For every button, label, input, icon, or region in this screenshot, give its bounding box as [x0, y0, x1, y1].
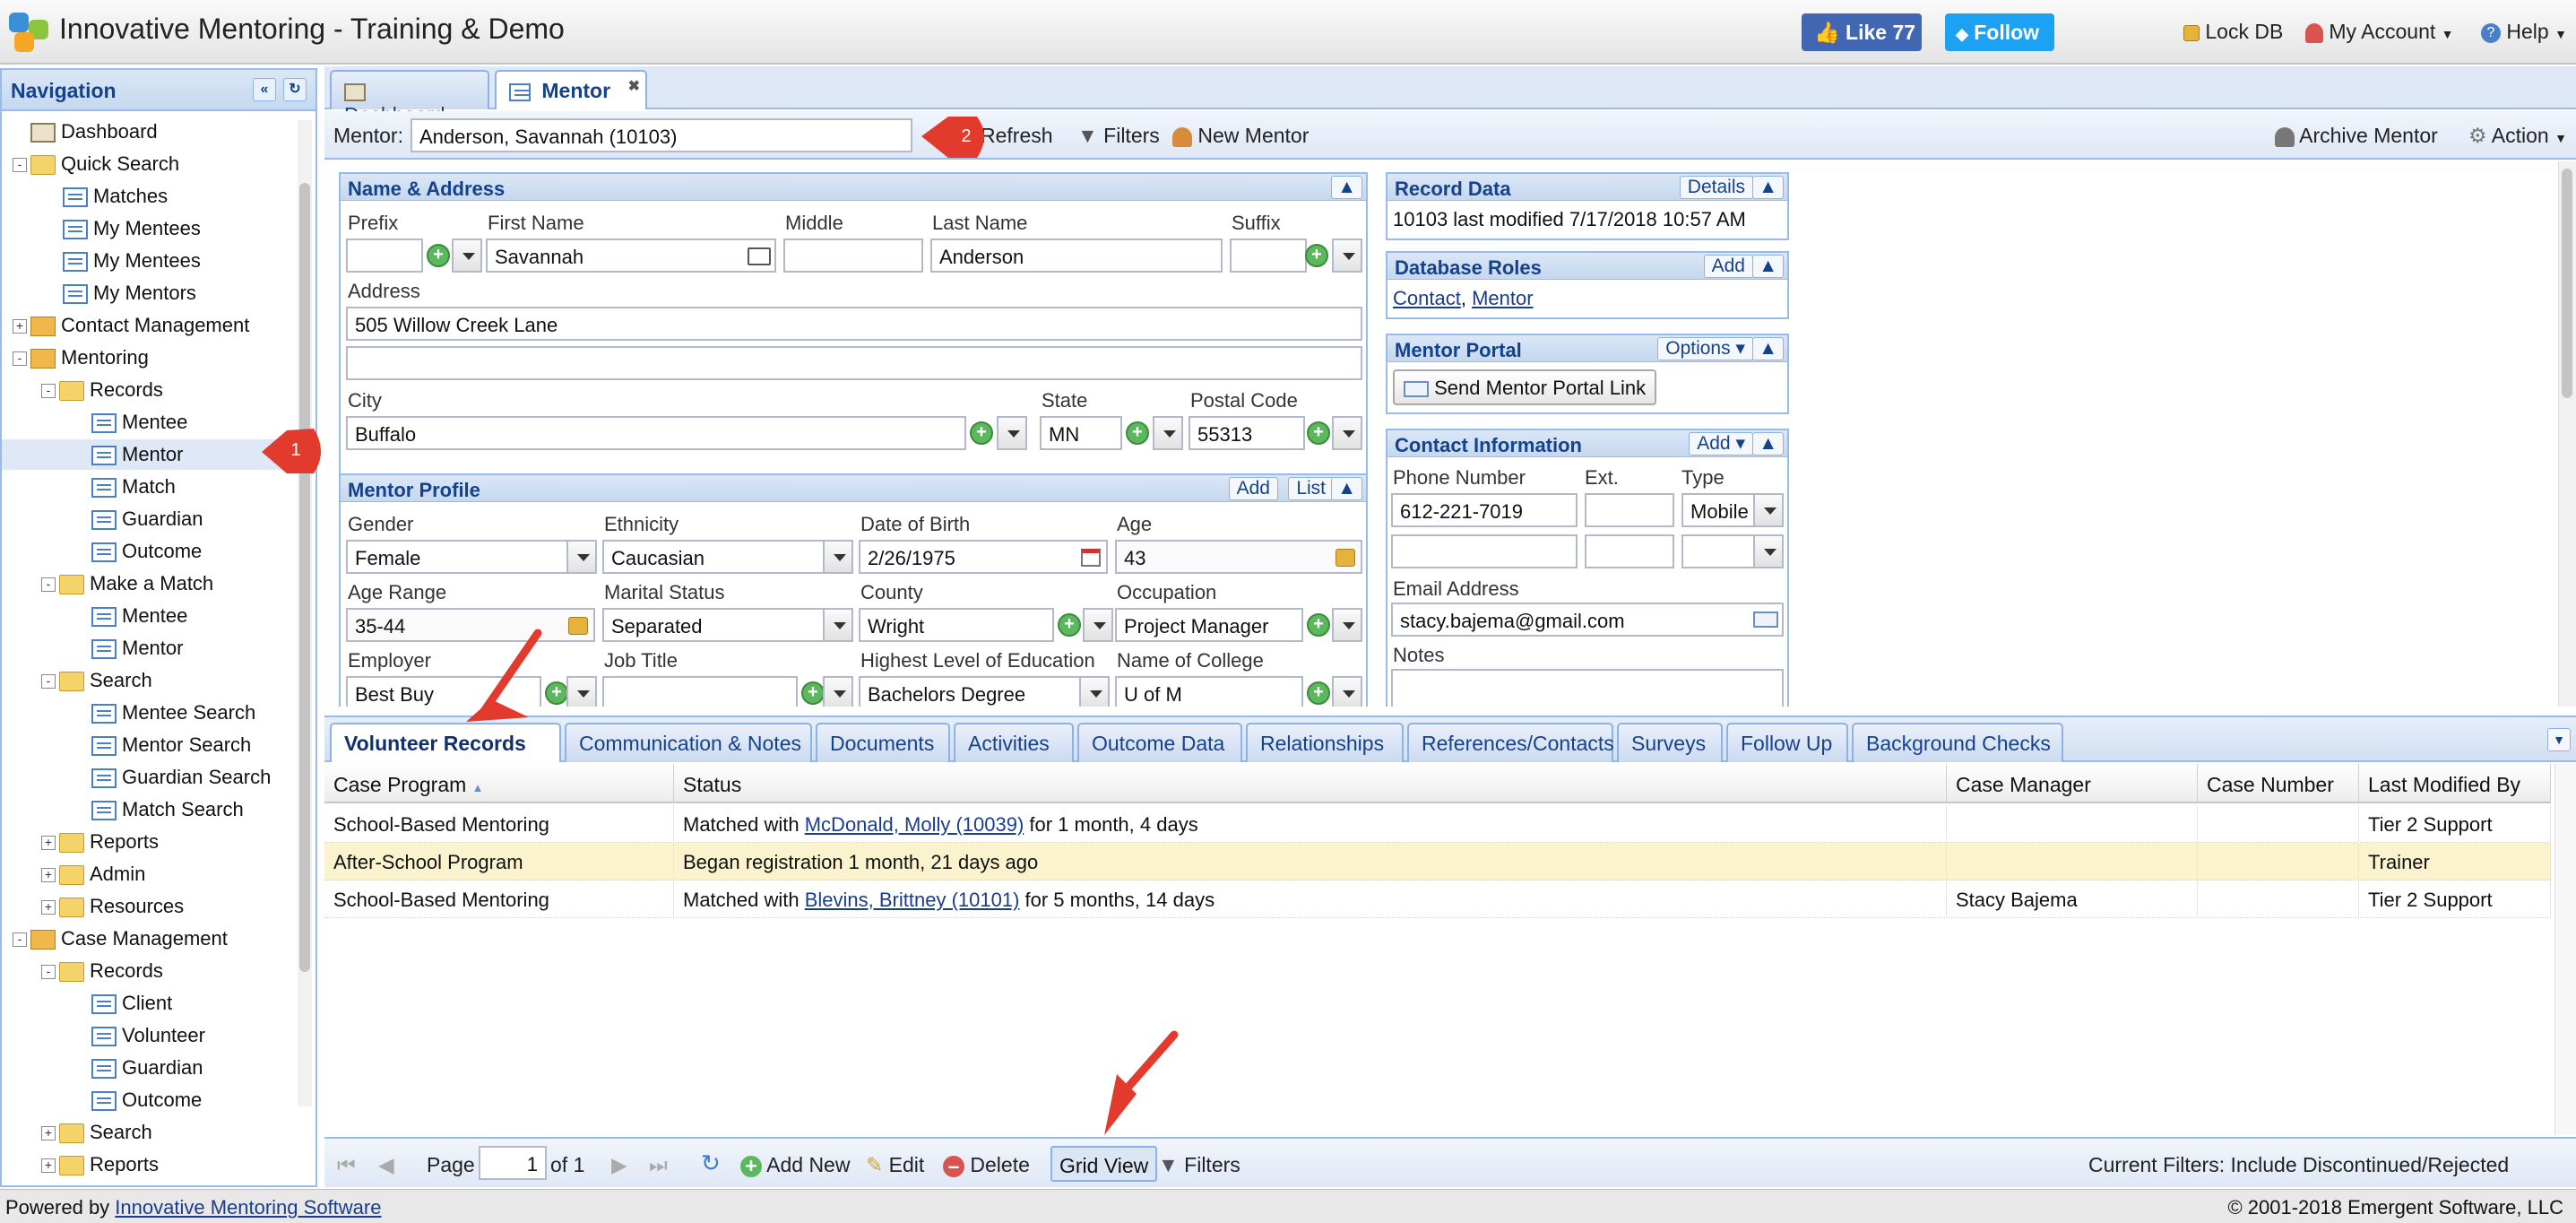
annotation-arrow-1-shaft: [478, 629, 542, 718]
annotation-overlay: [262, 117, 1179, 1135]
annotation-badge-2: 2: [961, 126, 972, 146]
annotation-arrow-grid-view-shaft: [1118, 1030, 1179, 1098]
annotation-arrow-1: [466, 699, 529, 722]
annotation-badge-1: 1: [290, 440, 301, 460]
